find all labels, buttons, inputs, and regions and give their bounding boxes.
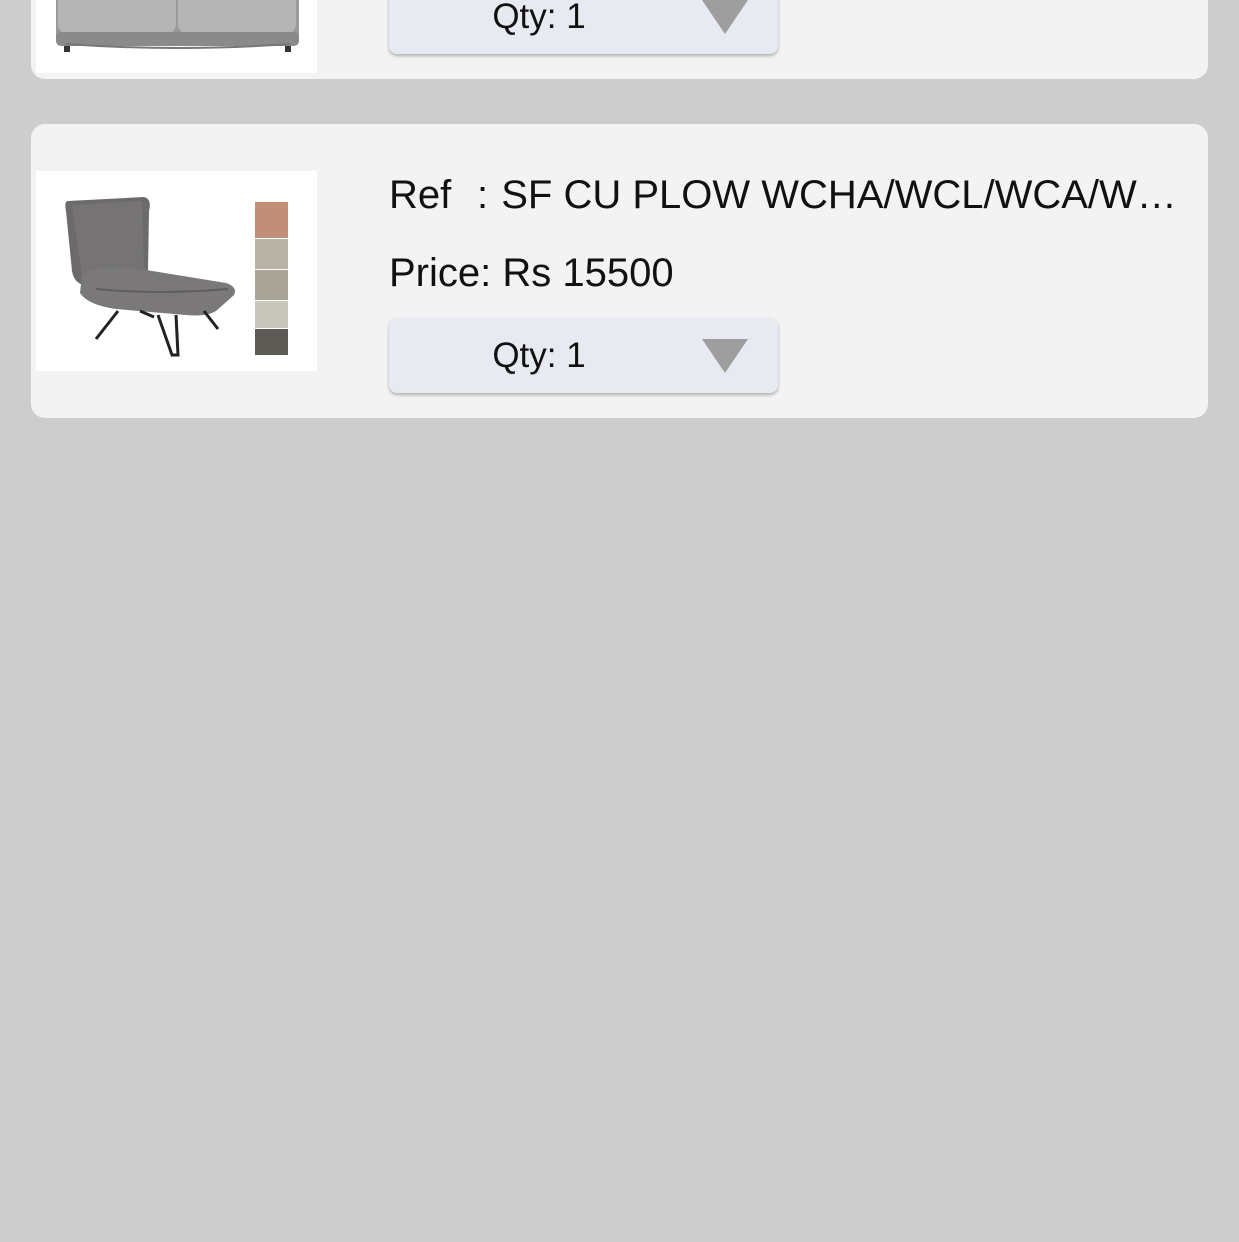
product-price: Price: Rs 15500	[389, 250, 674, 296]
fabric-swatch	[255, 202, 288, 238]
quantity-label: Qty: 1	[492, 336, 586, 375]
fabric-swatch	[255, 270, 288, 300]
product-image-sofa[interactable]	[36, 0, 317, 73]
price-value: Rs 15500	[502, 251, 674, 295]
product-reference: Ref: SF CU PLOW WCHA/WCL/WCA/WCB	[389, 172, 1179, 218]
quantity-dropdown[interactable]: Qty: 1	[389, 0, 778, 54]
cart-item-card: Qty: 1	[31, 0, 1208, 79]
price-label: Price:	[389, 251, 492, 295]
quantity-dropdown[interactable]: Qty: 1	[389, 318, 778, 393]
fabric-swatch	[255, 329, 288, 355]
lounge-chair-icon	[65, 197, 288, 357]
dropdown-arrow-icon	[702, 0, 748, 34]
ref-value: SF CU PLOW WCHA/WCL/WCA/WCB	[501, 173, 1179, 217]
product-image-chair[interactable]	[36, 171, 317, 371]
sofa-icon	[56, 0, 299, 52]
quantity-label: Qty: 1	[492, 0, 586, 36]
ref-label: Ref	[389, 173, 452, 217]
fabric-swatch	[255, 239, 288, 269]
dropdown-arrow-icon	[702, 339, 748, 373]
ref-separator: :	[477, 173, 489, 217]
cart-item-card: Ref: SF CU PLOW WCHA/WCL/WCA/WCB Price: …	[31, 124, 1208, 418]
fabric-swatch	[255, 301, 288, 328]
